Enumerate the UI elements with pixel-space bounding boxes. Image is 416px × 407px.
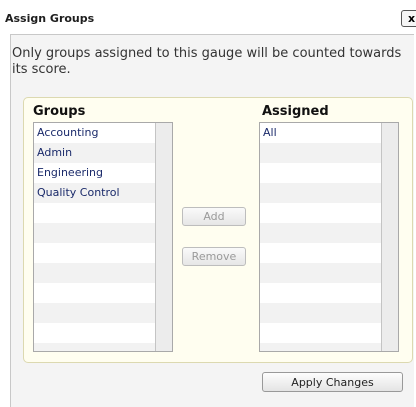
groups-heading: Groups [33,104,86,119]
list-item[interactable]: Quality Control [34,183,156,203]
assigned-listbox[interactable]: All [259,122,399,352]
assigned-heading: Assigned [262,104,329,119]
empty-row [260,143,382,163]
list-item[interactable]: All [260,123,382,143]
list-item[interactable]: Admin [34,143,156,163]
empty-row [260,263,382,283]
assign-groups-dialog: Assign Groups x Only groups assigned to … [0,0,416,407]
empty-row [260,303,382,323]
empty-row [34,263,156,283]
empty-row [260,223,382,243]
list-item[interactable]: Engineering [34,163,156,183]
empty-row [34,243,156,263]
remove-button[interactable]: Remove [182,247,246,266]
groups-listbox[interactable]: Accounting Admin Engineering Quality Con… [33,122,173,352]
empty-row [34,283,156,303]
empty-row [260,343,382,351]
empty-row [260,323,382,343]
empty-row [260,283,382,303]
description-text: Only groups assigned to this gauge will … [12,46,402,77]
empty-row [260,163,382,183]
empty-row [34,223,156,243]
groups-list: Accounting Admin Engineering Quality Con… [34,123,156,351]
empty-row [34,303,156,323]
add-button[interactable]: Add [182,207,246,226]
dialog-title: Assign Groups [5,12,95,25]
empty-row [34,203,156,223]
list-item[interactable]: Accounting [34,123,156,143]
close-button[interactable]: x [401,10,416,27]
empty-row [260,243,382,263]
title-bar: Assign Groups x [0,0,416,34]
groups-scrollbar[interactable] [155,123,172,351]
empty-row [260,183,382,203]
empty-row [34,323,156,343]
empty-row [34,343,156,351]
assigned-scrollbar[interactable] [381,123,398,351]
assigned-list: All [260,123,382,351]
apply-changes-button[interactable]: Apply Changes [262,372,403,392]
empty-row [260,203,382,223]
